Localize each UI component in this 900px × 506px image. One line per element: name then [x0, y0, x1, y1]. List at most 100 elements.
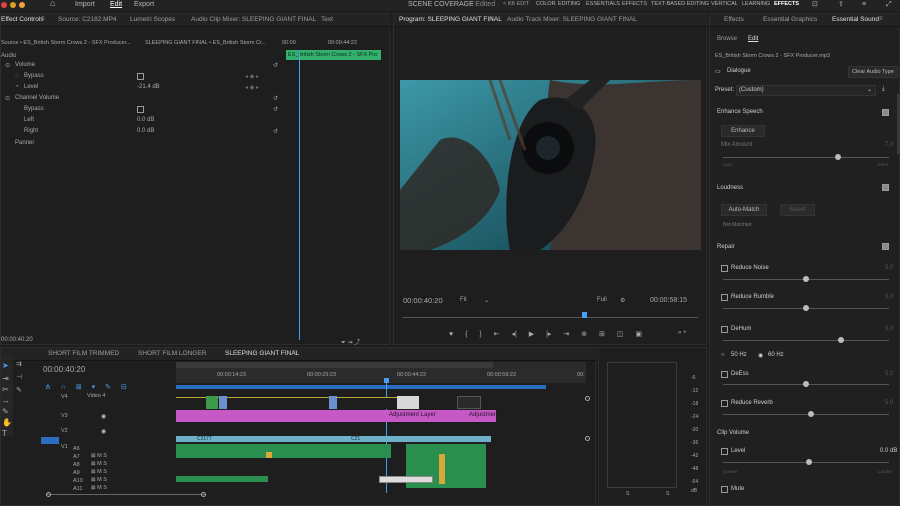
v4-clip[interactable] — [206, 396, 218, 409]
mute-checkbox[interactable] — [721, 486, 728, 493]
wrench-icon[interactable]: ⚙ — [620, 297, 625, 304]
eye-icon[interactable]: ◉ — [101, 428, 106, 435]
resolution-dropdown[interactable]: Full — [597, 297, 607, 303]
clip-level-value[interactable]: 0.0 dB — [880, 448, 897, 454]
mix-amount-slider[interactable] — [723, 154, 889, 160]
reduce-rumble-checkbox[interactable] — [721, 294, 728, 301]
reduce-reverb-checkbox[interactable] — [721, 400, 728, 407]
save-preset-icon[interactable]: ⤓ — [882, 86, 885, 93]
workspace-effects[interactable]: EFFECTS — [622, 0, 647, 9]
sequence-clip-path[interactable]: SLEEPING GIANT FINAL • ES_British Storm … — [145, 40, 266, 46]
enhance-speech-checkbox[interactable] — [882, 109, 889, 116]
razor-icon[interactable]: ✎ — [16, 386, 22, 394]
playhead-handle[interactable] — [384, 378, 389, 383]
track-v3-label[interactable]: V3 — [61, 413, 68, 419]
timeline-timecode[interactable]: 00:00:40:20 — [43, 365, 85, 374]
effect-controls-timecode[interactable]: 00:00:40:20 — [1, 337, 33, 343]
workspace-editing[interactable]: EDITING — [558, 0, 580, 9]
source-playhead[interactable] — [299, 50, 300, 340]
track-a10-label[interactable]: A10 — [73, 478, 83, 484]
program-video-frame[interactable] — [400, 80, 701, 250]
audio-track-controls[interactable]: ⊠ M S ⊠ M S ⊠ M S ⊠ M S ⊠ M S — [91, 452, 107, 492]
tab-effects[interactable]: Effects — [724, 16, 744, 23]
tab-essential-sound[interactable]: Essential Sound — [832, 16, 879, 23]
left-value[interactable]: 0.0 dB — [137, 117, 154, 123]
tab-audio-track-mixer[interactable]: Audio Track Mixer: SLEEPING GIANT FINAL — [507, 16, 637, 23]
solo-left-button[interactable]: S — [626, 491, 629, 497]
transport-controls[interactable]: ♥ { } ⇤ ◂| ▶ |▸ ⇥ ⊕ ⊞ ◫ ▣ — [449, 330, 642, 338]
tab-source[interactable]: Source: C2182.MP4 — [58, 16, 117, 23]
browse-tab[interactable]: Browse — [717, 36, 737, 42]
workspace-essentials[interactable]: ESSENTIALS — [586, 0, 620, 9]
chevron-down-icon[interactable]: ⌄ — [484, 297, 489, 304]
timeline-options-icons[interactable]: ⋔ ∩ ⊠ ▾ ✎ ⊟ — [45, 383, 127, 391]
tab-short-film-longer[interactable]: SHORT FILM LONGER — [138, 350, 206, 357]
program-timecode[interactable]: 00:00:40:20 — [403, 296, 443, 305]
reduce-noise-checkbox[interactable] — [721, 265, 728, 272]
v3-adjustment-clip[interactable] — [176, 410, 496, 422]
cv-bypass-checkbox[interactable] — [137, 106, 144, 113]
keyframe-nav-icon[interactable]: ◂ ◆ ▸ — [245, 84, 259, 91]
volume-fx-icon[interactable]: ⊙ — [5, 62, 10, 69]
auto-match-button[interactable]: Auto-Match — [721, 204, 767, 216]
workspace-prefix[interactable]: < KB EDIT — [503, 0, 529, 9]
track-v2-label[interactable]: V2 — [61, 428, 68, 434]
workspace-effects-active[interactable]: EFFECTS — [774, 0, 799, 9]
workspace-learning[interactable]: LEARNING — [742, 0, 770, 9]
reset-icon[interactable]: ↺ — [273, 128, 278, 135]
v-scroll-handle[interactable] — [585, 396, 590, 401]
program-playhead[interactable] — [582, 312, 587, 318]
tab-effect-controls[interactable]: Effect Controls — [1, 16, 44, 23]
reset-icon[interactable]: ↺ — [273, 95, 278, 102]
reduce-rumble-slider[interactable] — [723, 305, 889, 311]
right-value[interactable]: 0.0 dB — [137, 128, 154, 134]
minimize-window-button[interactable] — [10, 2, 16, 8]
workspace-menu-icon[interactable]: ⊡ — [812, 0, 818, 9]
home-icon[interactable]: ⌂ — [50, 0, 55, 8]
track-a8-label[interactable]: A8 — [73, 462, 80, 468]
source-clip-path[interactable]: Source • ES_British Storm Crows 2 - SFX … — [1, 40, 131, 46]
add-button-icon[interactable]: » + — [678, 330, 687, 336]
clip-level-slider[interactable] — [723, 459, 889, 465]
tab-lumetri-scopes[interactable]: Lumetri Scopes — [130, 16, 175, 23]
tools-icons[interactable]: ⇥ ✂ ↔ ✎ ✋ T — [2, 373, 12, 439]
tab-menu-icon[interactable]: ≡ — [41, 16, 45, 22]
edit-subtab[interactable]: Edit — [748, 36, 758, 42]
stopwatch-icon[interactable]: ◔ — [15, 84, 19, 90]
tab-essential-graphics[interactable]: Essential Graphics — [763, 16, 817, 23]
v-scroll-handle[interactable] — [585, 436, 590, 441]
timeline-scrollbar[interactable] — [46, 492, 206, 497]
tab-menu-icon[interactable]: ≡ — [292, 350, 296, 356]
radio-60hz-icon[interactable]: ◉ — [758, 352, 763, 359]
reset-button[interactable]: Reset — [780, 204, 815, 216]
dehum-checkbox[interactable] — [721, 326, 728, 333]
fx-toggle-icon[interactable]: ◌ — [15, 73, 19, 79]
reset-icon[interactable]: ↺ — [273, 106, 278, 113]
channel-volume-fx-icon[interactable]: ⊙ — [5, 95, 10, 102]
fullscreen-icon[interactable]: ⤢ — [886, 0, 892, 9]
track-v4-label[interactable]: V4 — [61, 394, 68, 400]
edit-tab[interactable]: Edit — [110, 0, 122, 9]
program-ruler[interactable] — [402, 312, 698, 318]
workspace-text-based[interactable]: TEXT-BASED EDITING — [651, 0, 709, 9]
track-v1-label[interactable]: V1 — [61, 444, 68, 450]
v4-clip[interactable] — [457, 396, 481, 409]
keyframe-nav-icon[interactable]: ◂ ◆ ▸ — [245, 73, 259, 80]
audio-clip-bar[interactable]: ES_British Storm Crows 2 - SFX Pro — [286, 50, 381, 60]
work-area-bar[interactable] — [176, 362, 493, 368]
selection-tool-icon[interactable]: ➤ — [2, 360, 9, 371]
v4-clip[interactable] — [329, 396, 337, 409]
clear-audio-type-button[interactable]: Clear Audio Type — [848, 66, 898, 78]
enhance-button[interactable]: Enhance — [721, 125, 765, 137]
a9-audio-clip[interactable] — [176, 476, 268, 482]
tab-short-film-trimmed[interactable]: SHORT FILM TRIMMED — [48, 350, 119, 357]
workspace-vertical[interactable]: VERTICAL — [711, 0, 738, 9]
v4-clip[interactable] — [397, 396, 419, 409]
tab-menu-icon[interactable]: ≡ — [490, 16, 494, 22]
tab-sleeping-giant-final[interactable]: SLEEPING GIANT FINAL — [225, 350, 299, 357]
filter-icon[interactable]: ⏷ ⇥ ⤴ — [341, 337, 360, 347]
loudness-checkbox[interactable] — [882, 184, 889, 191]
deess-checkbox[interactable] — [721, 371, 728, 378]
dehum-slider[interactable] — [723, 337, 889, 343]
level-value[interactable]: -21.4 dB — [137, 84, 160, 90]
